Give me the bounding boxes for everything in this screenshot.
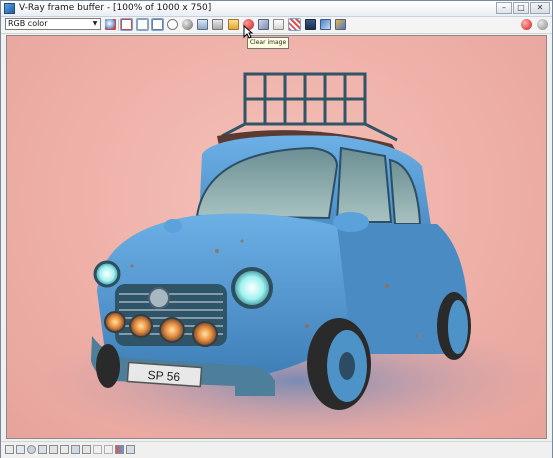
color-correction-icon[interactable] (305, 19, 316, 30)
compare-icon[interactable] (335, 19, 346, 30)
pixel-info-icon[interactable] (5, 445, 14, 454)
flip-h-icon[interactable] (93, 445, 102, 454)
license-plate-text: SP 56 (147, 368, 181, 384)
compare-ab-icon[interactable] (60, 445, 69, 454)
duplicate-icon[interactable] (197, 19, 208, 30)
frame-icon[interactable] (16, 445, 25, 454)
mouse-cursor-icon (243, 25, 253, 39)
flip-v-icon[interactable] (104, 445, 113, 454)
rendered-car-image: SP 56 (42, 72, 546, 438)
curves-icon[interactable] (49, 445, 58, 454)
mono-icon[interactable] (151, 18, 164, 31)
render-icon[interactable] (521, 19, 532, 30)
copy-region-icon[interactable] (82, 445, 91, 454)
channel-select[interactable]: RGB color ▼ (5, 18, 101, 30)
title-bar[interactable]: V-Ray frame buffer - [100% of 1000 x 750… (1, 1, 552, 17)
layers-icon[interactable] (38, 445, 47, 454)
swatch-icon[interactable] (115, 445, 124, 454)
sphere-gray-icon[interactable] (182, 19, 193, 30)
gear-icon[interactable] (27, 445, 36, 454)
stop-icon[interactable] (120, 18, 133, 31)
region-icon[interactable] (258, 19, 269, 30)
channel-select-value: RGB color (8, 19, 48, 28)
lens-fx-icon[interactable] (288, 18, 301, 31)
window-title: V-Ray frame buffer - [100% of 1000 x 750… (19, 3, 212, 13)
grayscale-icon[interactable] (136, 18, 149, 31)
toolbar: RGB color ▼ (1, 17, 552, 34)
maximize-button[interactable]: □ (513, 2, 529, 14)
sphere-white-icon[interactable] (167, 19, 178, 30)
chevron-down-icon: ▼ (92, 20, 98, 27)
status-bar (1, 441, 552, 458)
history-icon[interactable] (273, 19, 284, 30)
vray-frame-buffer-window: V-Ray frame buffer - [100% of 1000 x 750… (0, 0, 553, 458)
display-icon[interactable] (71, 445, 80, 454)
tooltip-clear-image: Clear image (247, 37, 289, 49)
render-view[interactable]: SP 56 (6, 35, 547, 439)
copy-icon[interactable] (212, 19, 223, 30)
save-image-icon[interactable] (105, 19, 116, 30)
stop-render-icon[interactable] (537, 19, 548, 30)
close-button[interactable]: ✕ (530, 2, 550, 14)
toolbar-separator (118, 19, 119, 31)
open-folder-icon[interactable] (228, 19, 239, 30)
minimize-button[interactable]: – (496, 2, 512, 14)
compare-icon[interactable] (126, 445, 135, 454)
vray-app-icon (4, 3, 15, 14)
display-icon[interactable] (320, 19, 331, 30)
